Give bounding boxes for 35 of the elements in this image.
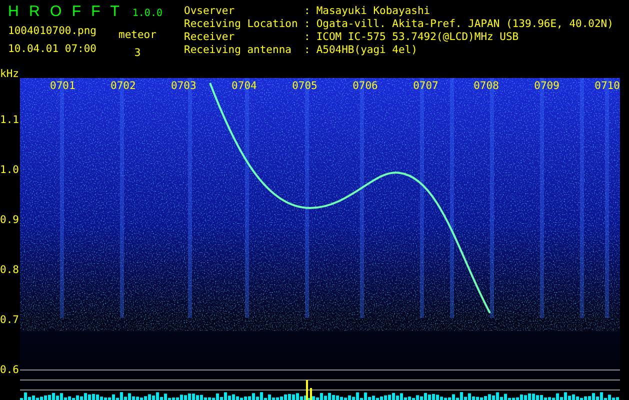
info-value: ICOM IC-575 53.7492(@LCD)MHz USB bbox=[316, 31, 519, 44]
info-value: Ogata-vill. Akita-Pref. JAPAN (139.96E, 40.02N) bbox=[316, 18, 614, 31]
time-label: 0704 bbox=[232, 80, 257, 93]
date-time: 10.04.01 07:00 bbox=[8, 43, 97, 56]
axis-label: 1.0 bbox=[0, 164, 19, 177]
meteor-count: 3 bbox=[134, 47, 141, 60]
app-title: H R O F F T bbox=[8, 3, 122, 20]
axis-unit: kHz bbox=[0, 68, 19, 81]
info-label: Receiving antenna bbox=[184, 44, 292, 57]
axis-label: 1.1 bbox=[0, 114, 19, 127]
meteor-label: meteor bbox=[118, 29, 156, 42]
time-label: 0707 bbox=[413, 80, 438, 93]
time-label: 0705 bbox=[292, 80, 318, 93]
separator-colon: : bbox=[304, 18, 310, 31]
info-value: Masayuki Kobayashi bbox=[316, 5, 430, 18]
info-label: Receiver bbox=[184, 31, 236, 44]
info-value: A504HB(yagi 4el) bbox=[316, 44, 418, 57]
time-label: 0706 bbox=[352, 80, 378, 93]
separator-colon: : bbox=[304, 31, 310, 44]
axis-label: 0.7 bbox=[0, 314, 19, 327]
time-label: 0703 bbox=[171, 80, 196, 93]
time-label: 0702 bbox=[110, 80, 136, 93]
axis-label: 0.8 bbox=[0, 264, 19, 277]
time-label: 0701 bbox=[50, 80, 76, 93]
time-label: 0708 bbox=[474, 80, 499, 93]
version-text: 1.0.0 bbox=[132, 8, 162, 19]
file-name: 1004010700.png bbox=[8, 25, 97, 38]
info-label: Receiving Location bbox=[184, 18, 299, 31]
time-label: 0710 bbox=[594, 80, 620, 93]
info-label: Ovserver bbox=[184, 5, 236, 18]
axis-label: 0.6 bbox=[0, 364, 19, 377]
separator-colon: : bbox=[304, 44, 310, 57]
separator-colon: : bbox=[304, 5, 310, 18]
axis-label: 0.9 bbox=[0, 214, 19, 227]
time-label: 0709 bbox=[534, 80, 560, 93]
